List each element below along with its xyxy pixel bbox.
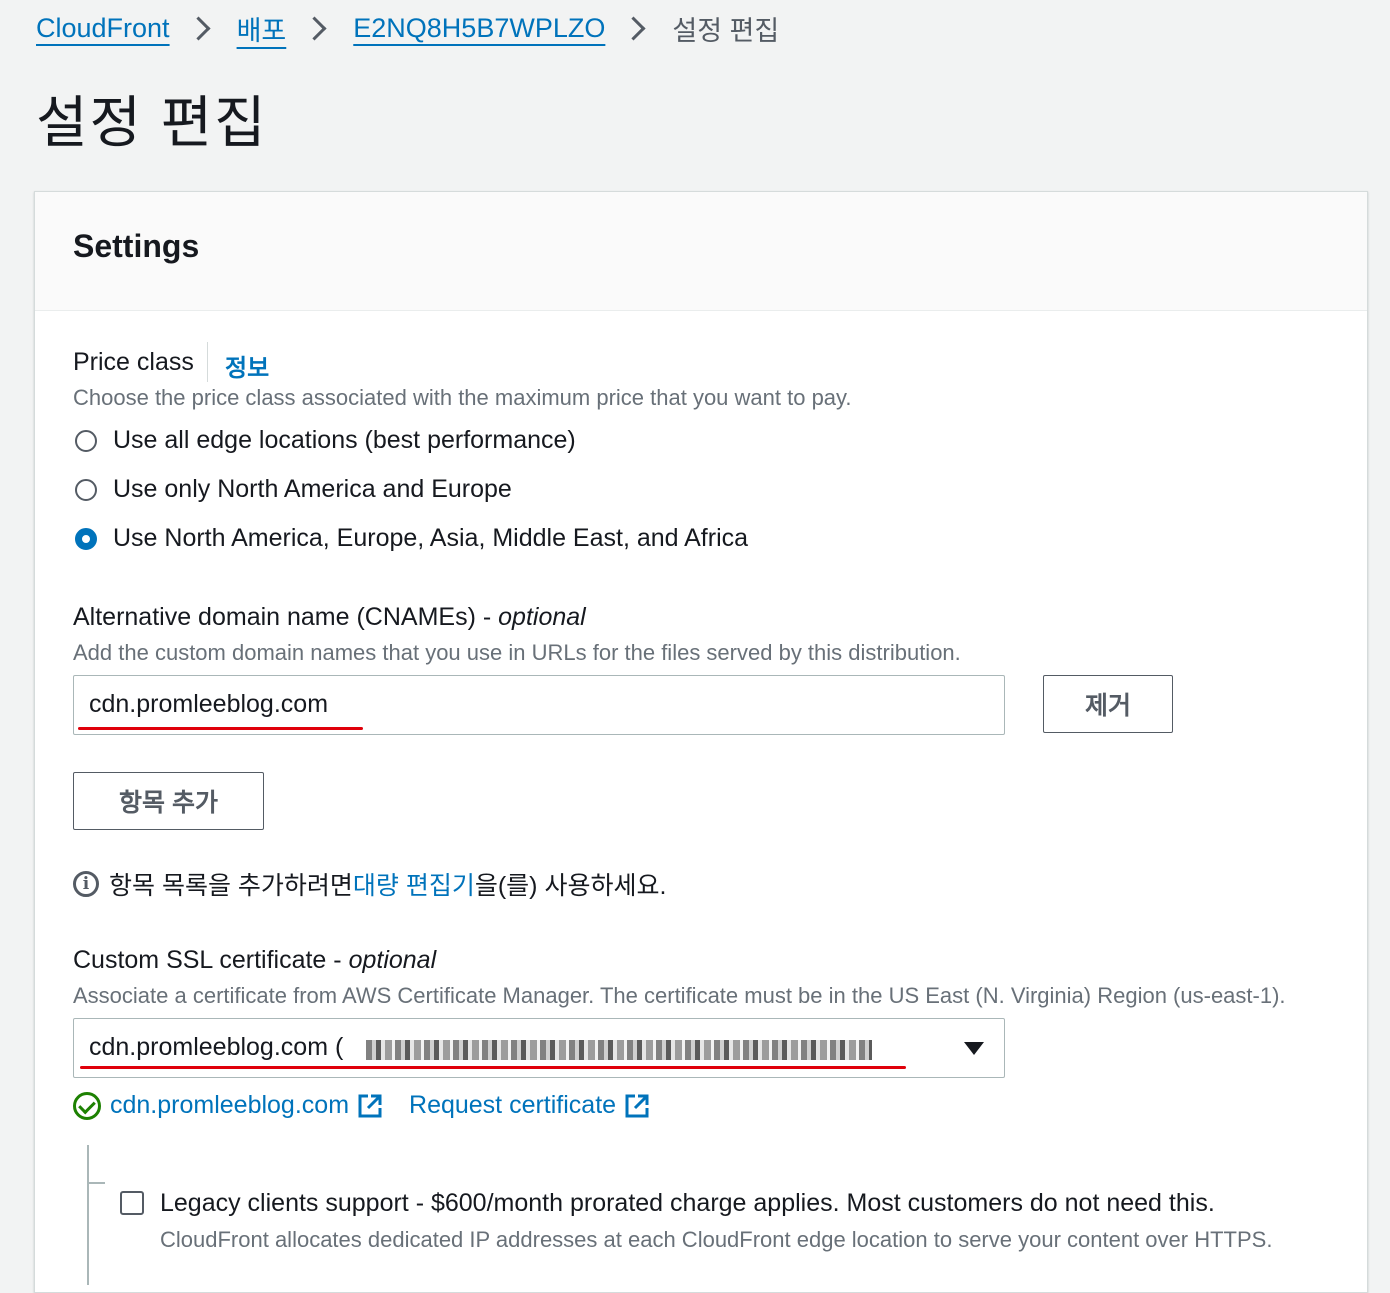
panel-header: Settings bbox=[35, 192, 1367, 311]
optional-text: optional bbox=[348, 946, 437, 974]
request-certificate-link[interactable]: Request certificate bbox=[409, 1091, 616, 1120]
bulk-hint-prefix: 항목 목록을 추가하려면 bbox=[109, 872, 353, 900]
radio-label: Use all edge locations (best performance… bbox=[113, 426, 576, 454]
price-class-description: Choose the price class associated with t… bbox=[73, 385, 852, 410]
legacy-clients-description: CloudFront allocates dedicated IP addres… bbox=[160, 1227, 1273, 1252]
cname-label-text: Alternative domain name (CNAMEs) - bbox=[73, 603, 499, 631]
check-circle-icon bbox=[73, 1091, 101, 1120]
ssl-label: Custom SSL certificate - optional bbox=[73, 946, 436, 975]
price-class-info-link[interactable]: 정보 bbox=[225, 348, 269, 383]
cname-description: Add the custom domain names that you use… bbox=[73, 640, 961, 665]
cname-input-value: cdn.promleeblog.com bbox=[89, 690, 329, 718]
breadcrumb: CloudFront 배포 E2NQ8H5B7WPLZO 설정 편집 bbox=[36, 8, 779, 48]
breadcrumb-cloudfront[interactable]: CloudFront bbox=[36, 13, 170, 44]
validated-certificate-link[interactable]: cdn.promleeblog.com bbox=[110, 1091, 349, 1120]
chevron-right-icon bbox=[302, 15, 327, 41]
radio-na-eu-asia-me-africa[interactable]: Use North America, Europe, Asia, Middle … bbox=[75, 524, 748, 553]
radio-button-selected[interactable] bbox=[75, 527, 97, 550]
caret-down-icon bbox=[964, 1042, 984, 1055]
tree-line bbox=[87, 1182, 105, 1184]
panel-title: Settings bbox=[73, 228, 200, 264]
bulk-editor-hint: i 항목 목록을 추가하려면 대량 편집기 을(를) 사용하세요. bbox=[73, 866, 666, 902]
breadcrumb-distribution-id[interactable]: E2NQ8H5B7WPLZO bbox=[353, 13, 605, 44]
bulk-hint-suffix: 을(를) 사용하세요. bbox=[474, 872, 667, 900]
ssl-selected-value: cdn.promleeblog.com ( bbox=[89, 1033, 343, 1062]
radio-button[interactable] bbox=[75, 429, 97, 452]
radio-label: Use only North America and Europe bbox=[113, 475, 512, 503]
price-class-label: Price class bbox=[73, 348, 194, 376]
external-link-icon bbox=[625, 1094, 649, 1117]
optional-text: optional bbox=[498, 603, 586, 631]
cname-input[interactable]: cdn.promleeblog.com bbox=[73, 675, 1005, 735]
ssl-links-row: cdn.promleeblog.com Request certificate bbox=[73, 1091, 650, 1120]
bulk-editor-link[interactable]: 대량 편집기 bbox=[353, 866, 475, 902]
ssl-label-text: Custom SSL certificate - bbox=[73, 946, 349, 974]
settings-panel: Settings Price class 정보 Choose the price… bbox=[34, 191, 1368, 1293]
external-link-icon bbox=[358, 1094, 382, 1117]
redacted-certificate-id bbox=[366, 1040, 872, 1060]
breadcrumb-distributions[interactable]: 배포 bbox=[237, 9, 287, 48]
ssl-certificate-select[interactable]: cdn.promleeblog.com ( bbox=[73, 1018, 1005, 1078]
page-title: 설정 편집 bbox=[36, 91, 268, 154]
legacy-clients-label: Legacy clients support - $600/month pror… bbox=[160, 1189, 1215, 1217]
radio-north-america-europe[interactable]: Use only North America and Europe bbox=[75, 475, 512, 504]
legacy-clients-checkbox[interactable] bbox=[120, 1191, 144, 1215]
ssl-selected-domain: cdn.promleeblog.com bbox=[89, 1033, 329, 1061]
add-item-button[interactable]: 항목 추가 bbox=[73, 772, 264, 830]
divider bbox=[207, 342, 208, 382]
radio-label: Use North America, Europe, Asia, Middle … bbox=[113, 524, 749, 552]
tree-line bbox=[87, 1145, 89, 1285]
chevron-right-icon bbox=[186, 15, 211, 41]
remove-button[interactable]: 제거 bbox=[1043, 675, 1173, 733]
radio-all-edge-locations[interactable]: Use all edge locations (best performance… bbox=[75, 426, 576, 455]
radio-button[interactable] bbox=[75, 478, 97, 501]
chevron-right-icon bbox=[621, 15, 646, 41]
annotation-underline bbox=[78, 727, 363, 730]
info-icon: i bbox=[73, 871, 99, 897]
ssl-description: Associate a certificate from AWS Certifi… bbox=[73, 983, 1286, 1008]
breadcrumb-current: 설정 편집 bbox=[672, 15, 780, 46]
cname-label: Alternative domain name (CNAMEs) - optio… bbox=[73, 603, 586, 632]
annotation-underline bbox=[80, 1066, 906, 1069]
ssl-selected-paren: ( bbox=[334, 1033, 344, 1061]
